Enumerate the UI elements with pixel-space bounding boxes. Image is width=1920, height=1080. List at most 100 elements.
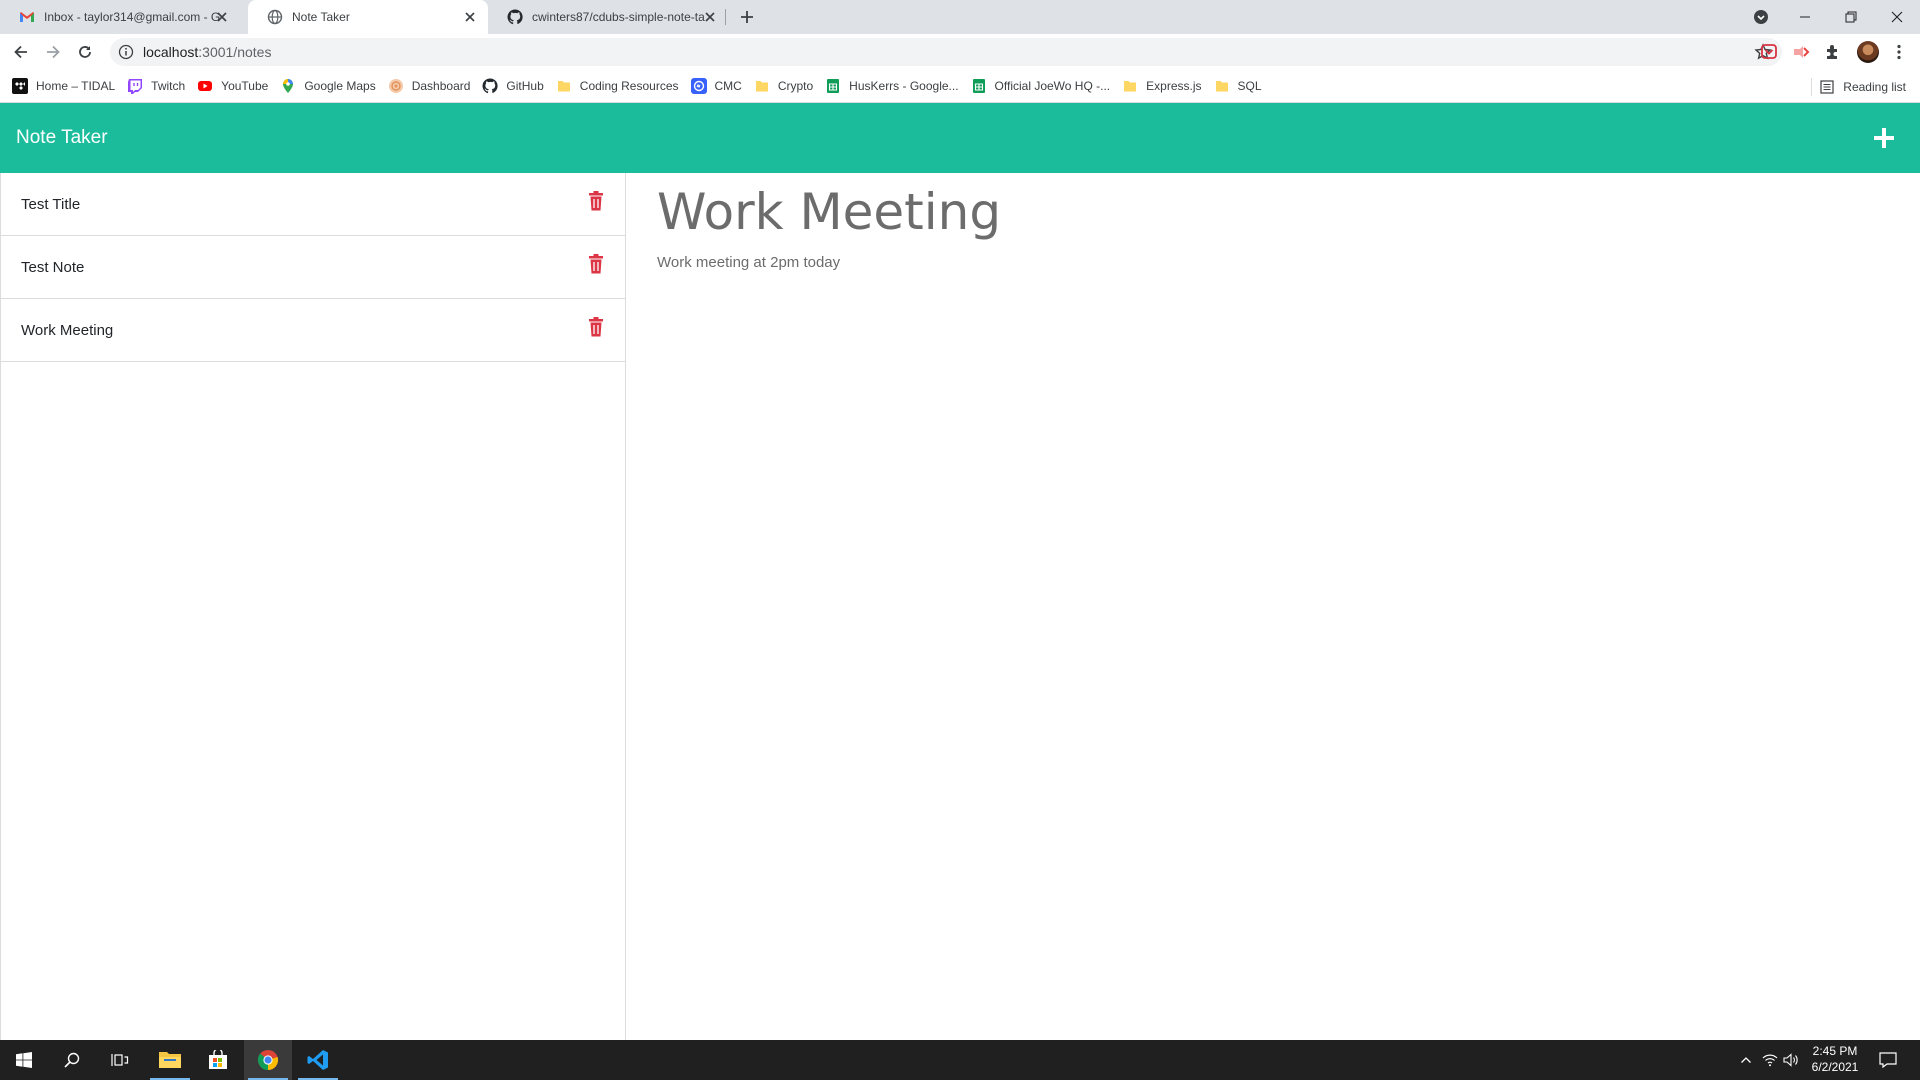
restore-icon [1845,11,1857,23]
note-editor: Work Meeting Work meeting at 2pm today [627,173,1920,1040]
task-view-button[interactable] [96,1040,144,1080]
search-button[interactable] [48,1040,96,1080]
url-path: :3001/notes [198,44,272,60]
notes-list: Test Title Test Note Work Meeting [0,173,626,1040]
bookmark-twitch[interactable]: Twitch [127,78,185,94]
taskbar-clock[interactable]: 2:45 PM 6/2/2021 [1796,1043,1874,1075]
list-item[interactable]: Test Note [1,236,625,299]
bookmark-label: Twitch [151,79,186,93]
github-icon [482,78,499,94]
new-note-plus-icon[interactable] [1872,126,1896,150]
chevron-down-icon [1754,10,1768,24]
close-icon[interactable] [462,9,478,25]
tab-gmail[interactable]: Inbox - taylor314@gmail.com - G [0,0,240,34]
tab-title: cwinters87/cdubs-simple-note-ta [532,10,705,24]
bookmark-label: Crypto [777,79,814,93]
list-item[interactable]: Work Meeting [1,299,625,362]
trash-icon[interactable] [588,317,604,337]
globe-icon [267,9,283,25]
note-item-title[interactable]: Test Note [21,259,84,276]
tab-separator [725,9,726,25]
browser-tab-strip: Inbox - taylor314@gmail.com - G Note Tak… [0,0,1920,34]
pocket-extension-icon[interactable] [1759,42,1779,62]
note-item-title[interactable]: Test Title [21,196,80,213]
bookmark-folder-expressjs[interactable]: Express.js [1122,78,1202,94]
folder-icon [557,81,570,92]
reading-list-button[interactable]: Reading list [1819,70,1906,103]
folder-icon [1124,81,1137,92]
bookmark-label: Official JoeWo HQ -... [994,79,1111,93]
bookmark-label: GitHub [506,79,544,93]
trash-icon[interactable] [588,191,604,211]
bookmark-folder-sql[interactable]: SQL [1214,78,1262,94]
lastpass-extension-icon[interactable] [1791,42,1811,62]
folder-icon [159,1052,181,1068]
notification-icon [1879,1052,1897,1068]
tab-github[interactable]: cwinters87/cdubs-simple-note-ta [488,0,728,34]
note-item-title[interactable]: Work Meeting [21,322,113,339]
forward-arrow-icon[interactable] [43,42,63,62]
kebab-menu-icon[interactable] [1889,42,1909,62]
bookmark-label: SQL [1237,79,1262,93]
profile-avatar[interactable] [1857,41,1879,63]
puzzle-extensions-icon[interactable] [1823,42,1843,62]
store-button[interactable] [194,1040,242,1080]
vscode-button[interactable] [294,1040,342,1080]
address-bar[interactable]: localhost:3001/notes [110,38,1782,66]
tab-search-button[interactable] [1738,0,1784,34]
start-button[interactable] [0,1040,48,1080]
show-hidden-icons-button[interactable] [1734,1040,1758,1080]
folder-icon [1215,81,1228,92]
bookmark-folder-crypto[interactable]: Crypto [754,78,813,94]
sheets-icon [972,79,985,93]
folder-icon [755,81,768,92]
gmail-icon [20,12,34,22]
bookmarks-divider [1811,78,1812,96]
minimize-button[interactable] [1782,0,1828,34]
note-text-area[interactable]: Work meeting at 2pm today [657,254,840,271]
maps-pin-icon [283,79,294,93]
network-button[interactable] [1758,1040,1782,1080]
bookmark-official-joewo-hq[interactable]: Official JoeWo HQ -... [971,78,1111,94]
wifi-icon [1762,1054,1778,1067]
bookmark-label: Google Maps [304,79,376,93]
trash-icon[interactable] [588,254,604,274]
reading-list-icon [1820,79,1834,94]
tab-title: Note Taker [292,10,350,24]
url-host: localhost [143,44,199,60]
notification-center-button[interactable] [1868,1040,1908,1080]
browser-toolbar: localhost:3001/notes [0,34,1920,70]
tab-note-taker[interactable]: Note Taker [248,0,488,34]
bookmark-folder-coding-resources[interactable]: Coding Resources [556,78,679,94]
bookmark-label: Coding Resources [579,79,679,93]
minimize-icon [1800,16,1810,18]
bookmark-label: HusKerrs - Google... [849,79,959,93]
note-title-field[interactable]: Work Meeting [657,183,1001,241]
bookmarks-bar: Home – TIDAL Twitch YouTube Google Maps … [0,70,1920,103]
bookmark-label: Home – TIDAL [36,79,116,93]
close-icon[interactable] [702,9,718,25]
file-explorer-button[interactable] [146,1040,194,1080]
new-tab-icon[interactable] [737,7,757,27]
close-icon[interactable] [214,9,230,25]
bookmark-tidal[interactable]: Home – TIDAL [12,78,115,94]
navbar-brand[interactable]: Note Taker [16,127,108,149]
info-icon[interactable] [118,44,134,60]
task-view-icon [111,1054,129,1066]
bookmark-google-maps[interactable]: Google Maps [280,78,376,94]
bookmark-huskerrs[interactable]: HusKerrs - Google... [825,78,959,94]
reload-icon[interactable] [75,42,95,62]
list-item[interactable]: Test Title [1,173,625,236]
close-window-button[interactable] [1874,0,1920,34]
bookmark-cmc[interactable]: CMC [690,78,742,94]
bookmark-label: CMC [714,79,742,93]
clock-date: 6/2/2021 [1811,1060,1859,1074]
youtube-icon [198,81,213,91]
restore-button[interactable] [1828,0,1874,34]
chrome-button[interactable] [244,1040,292,1080]
close-icon [1891,11,1903,23]
back-arrow-icon[interactable] [11,42,31,62]
bookmark-dashboard[interactable]: Dashboard [388,78,470,94]
bookmark-youtube[interactable]: YouTube [197,78,268,94]
bookmark-github[interactable]: GitHub [482,78,544,94]
